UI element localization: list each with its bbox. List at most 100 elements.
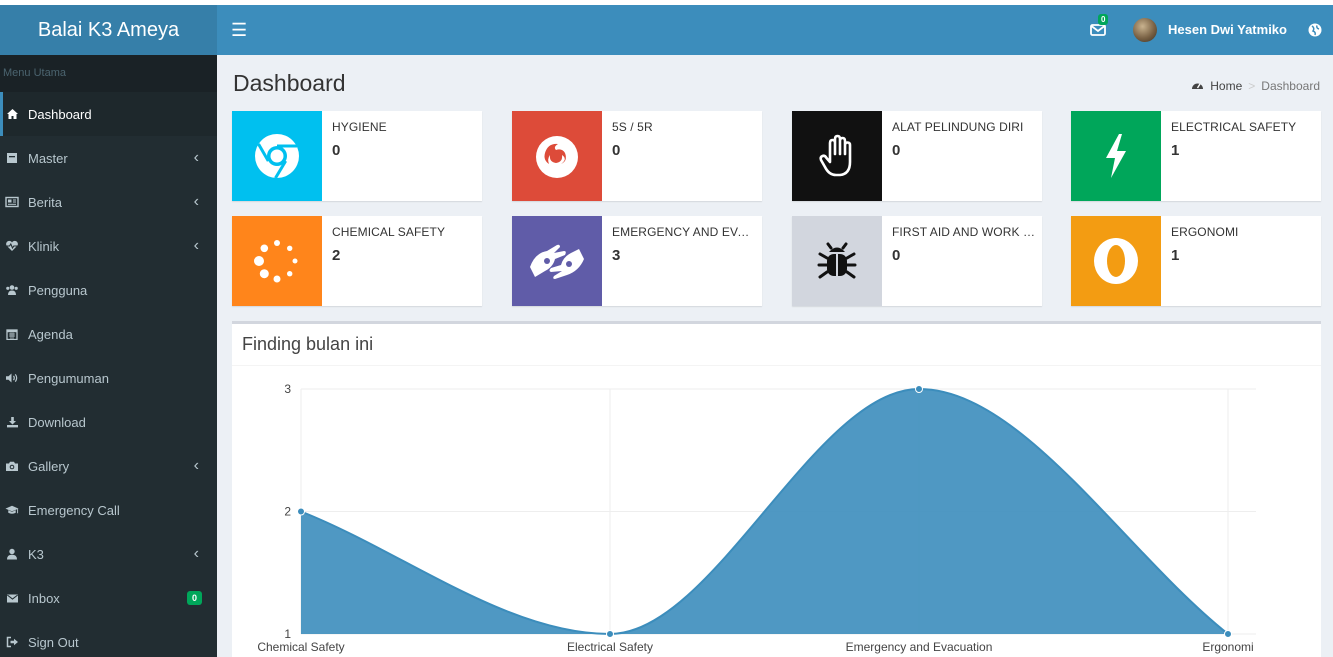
sidebar-item-download[interactable]: Download <box>0 400 217 444</box>
info-box-value: 0 <box>332 142 341 159</box>
chart-data-point <box>297 507 305 516</box>
info-box-value: 1 <box>1171 142 1180 159</box>
sidebar-item-klinik[interactable]: Klinik ‹ <box>0 224 217 268</box>
sidebar-item-agenda[interactable]: Agenda <box>0 312 217 356</box>
breadcrumb-home-link[interactable]: Home <box>1210 79 1242 93</box>
info-box-value: 0 <box>892 247 901 264</box>
info-box-label: ALAT PELINDUNG DIRI <box>892 120 1024 134</box>
app-logo[interactable]: Balai K3 Ameya <box>0 5 217 55</box>
spinner-icon <box>232 216 322 306</box>
user-avatar[interactable] <box>1133 18 1157 42</box>
info-box-label: 5S / 5R <box>612 120 653 134</box>
chevron-left-icon: ‹ <box>193 237 199 254</box>
chevron-left-icon: ‹ <box>193 149 199 166</box>
sidebar-item-pengumuman[interactable]: Pengumuman <box>0 356 217 400</box>
sidebar-item-label: Inbox <box>28 590 60 606</box>
calendar-icon <box>5 327 19 341</box>
sidebar-toggle-icon[interactable]: ☰ <box>231 20 247 40</box>
info-box-value: 3 <box>612 247 621 264</box>
hand-icon <box>792 111 882 201</box>
envelope-icon <box>5 591 19 605</box>
download-icon <box>5 415 19 429</box>
sidebar-item-berita[interactable]: Berita ‹ <box>0 180 217 224</box>
globe-icon[interactable] <box>1307 22 1323 38</box>
sidebar-item-master[interactable]: Master ‹ <box>0 136 217 180</box>
breadcrumb: Home > Dashboard <box>1191 79 1320 93</box>
sidebar-item-label: Master <box>28 150 68 166</box>
graduation-cap-icon <box>5 503 19 517</box>
sidebar: Menu Utama Dashboard Master ‹ Berita ‹ Klinik… <box>0 55 217 657</box>
sidebar-item-emergency-call[interactable]: Emergency Call <box>0 488 217 532</box>
info-box-emergency-and-evacuation[interactable]: EMERGENCY AND EVACUATION 3 <box>512 216 762 306</box>
finding-chart-box: Finding bulan ini 1 2 3 Chemical Safety Elec… <box>232 321 1321 657</box>
sidebar-section-header: Menu Utama <box>0 55 217 92</box>
opera-icon <box>1071 216 1161 306</box>
bolt-icon <box>1071 111 1161 201</box>
chart-y-tick-label: 2 <box>284 505 291 519</box>
sidebar-item-label: Download <box>28 414 86 430</box>
table-icon <box>5 151 19 165</box>
chart-data-point <box>1224 630 1232 638</box>
info-box-label: CHEMICAL SAFETY <box>332 225 446 239</box>
info-box-alat-pelindung-diri[interactable]: ALAT PELINDUNG DIRI 0 <box>792 111 1042 201</box>
info-box-hygiene[interactable]: HYGIENE 0 <box>232 111 482 201</box>
messages-count-badge: 0 <box>1098 14 1109 25</box>
sidebar-item-k3[interactable]: K3 ‹ <box>0 532 217 576</box>
user-name[interactable]: Hesen Dwi Yatmiko <box>1168 22 1287 37</box>
sidebar-item-label: Agenda <box>28 326 73 342</box>
firefox-icon <box>512 111 602 201</box>
top-navbar: ☰ 0 Hesen Dwi Yatmiko <box>217 5 1333 55</box>
sidebar-item-dashboard[interactable]: Dashboard <box>0 92 217 136</box>
info-box-electrical-safety[interactable]: ELECTRICAL SAFETY 1 <box>1071 111 1321 201</box>
info-box-label: EMERGENCY AND EVACUATION <box>612 225 757 239</box>
newspaper-icon <box>5 195 19 209</box>
sidebar-item-label: Berita <box>28 194 62 210</box>
info-box-value: 2 <box>332 247 341 264</box>
info-box-label: ERGONOMI <box>1171 225 1239 239</box>
sidebar-item-inbox[interactable]: Inbox 0 <box>0 576 217 620</box>
breadcrumb-current: Dashboard <box>1261 79 1320 93</box>
volume-icon <box>5 371 19 385</box>
sidebar-item-label: Dashboard <box>28 106 92 122</box>
sidebar-item-label: Klinik <box>28 238 60 254</box>
heartbeat-icon <box>5 239 19 253</box>
sign-out-icon <box>5 635 19 649</box>
chart-data-point <box>606 630 614 638</box>
info-box-value: 0 <box>612 142 621 159</box>
dashboard-icon <box>5 107 19 121</box>
app-logo-text: Balai K3 Ameya <box>37 18 180 41</box>
sidebar-item-pengguna[interactable]: Pengguna <box>0 268 217 312</box>
chevron-left-icon: ‹ <box>193 457 199 474</box>
chart-x-tick-label: Ergonomi <box>1202 640 1253 654</box>
sidebar-item-label: Pengguna <box>28 282 88 298</box>
sidebar-menu: Dashboard Master ‹ Berita ‹ Klinik ‹ Pengguna Ag… <box>0 92 217 657</box>
info-box-5s-5r[interactable]: 5S / 5R 0 <box>512 111 762 201</box>
chart-x-tick-label: Emergency and Evacuation <box>846 640 993 654</box>
chevron-left-icon: ‹ <box>193 545 199 562</box>
info-box-first-aid-and-work-environment[interactable]: FIRST AID AND WORK ENVIRONMENT 0 <box>792 216 1042 306</box>
sidebar-item-label: Gallery <box>28 458 70 474</box>
users-icon <box>5 283 19 297</box>
chevron-left-icon: ‹ <box>193 193 199 210</box>
user-icon <box>5 547 19 561</box>
camera-icon <box>5 459 19 473</box>
bug-icon <box>792 216 882 306</box>
chrome-icon <box>232 111 322 201</box>
dashboard-icon <box>1191 79 1204 93</box>
info-box-value: 0 <box>892 142 901 159</box>
info-box-chemical-safety[interactable]: CHEMICAL SAFETY 2 <box>232 216 482 306</box>
sidebar-item-label: Emergency Call <box>28 502 120 518</box>
sidebar-item-label: Pengumuman <box>28 370 109 386</box>
page-title: Dashboard <box>233 70 346 96</box>
sidebar-item-sign-out[interactable]: Sign Out <box>0 620 217 657</box>
info-box-label: ELECTRICAL SAFETY <box>1171 120 1297 134</box>
chart-x-tick-label: Chemical Safety <box>257 640 344 654</box>
sidebar-item-label: Sign Out <box>28 634 79 650</box>
breadcrumb-separator: > <box>1248 79 1256 93</box>
info-box-ergonomi[interactable]: ERGONOMI 1 <box>1071 216 1321 306</box>
inbox-count-badge: 0 <box>186 591 202 605</box>
chart-data-point <box>915 385 923 393</box>
info-box-label: HYGIENE <box>332 120 387 134</box>
chart-y-tick-label: 1 <box>284 627 291 641</box>
sidebar-item-gallery[interactable]: Gallery ‹ <box>0 444 217 488</box>
